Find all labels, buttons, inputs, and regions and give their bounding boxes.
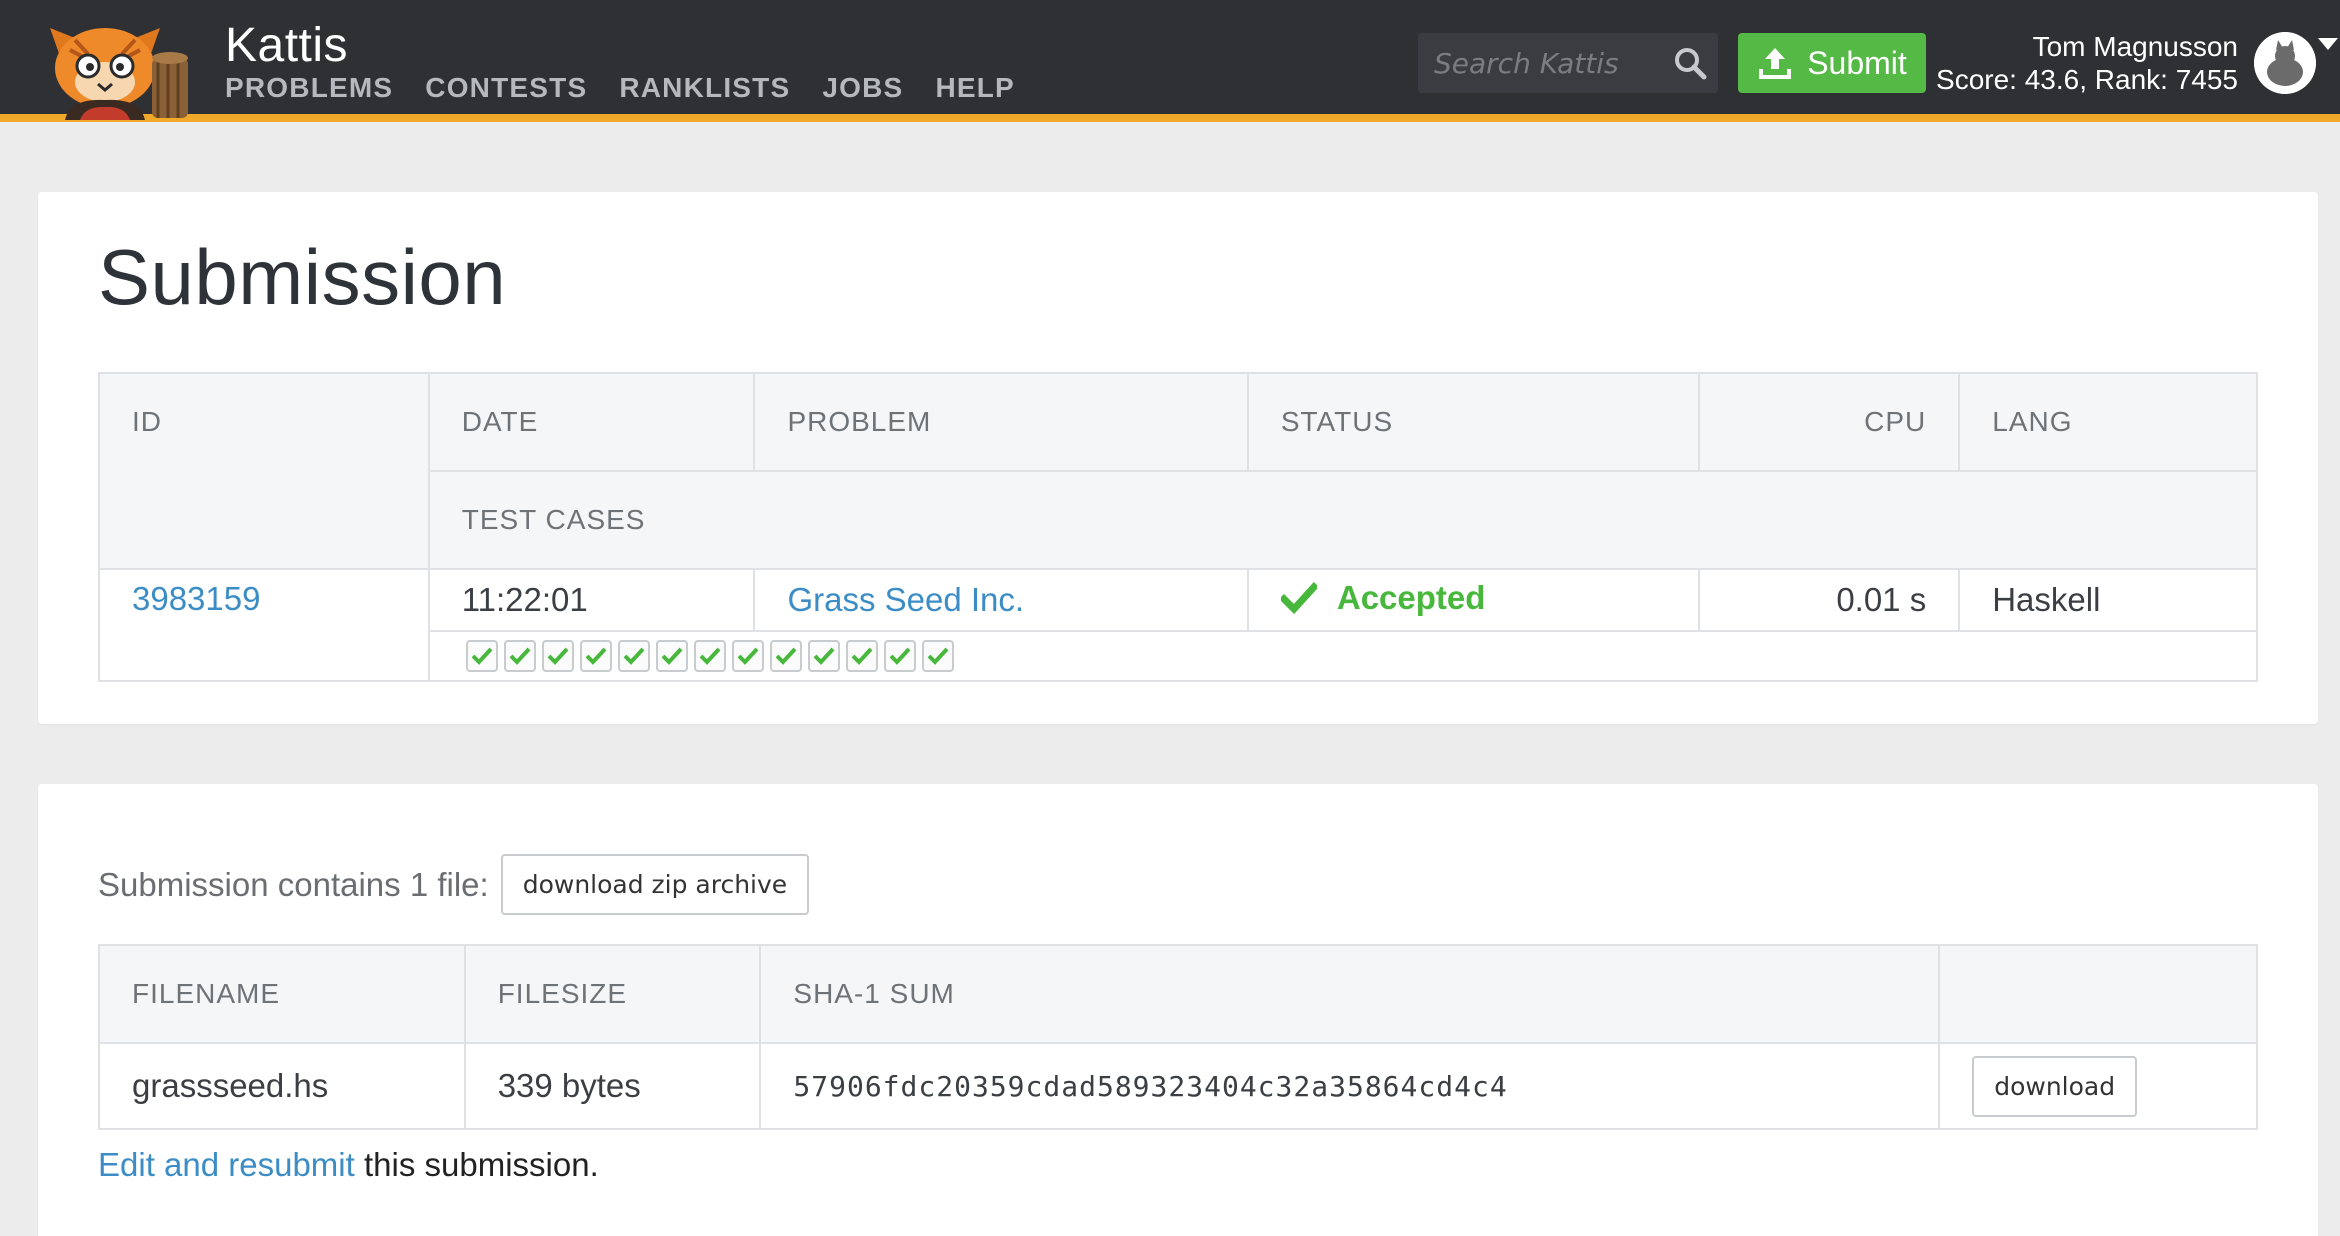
test-case-indicator[interactable] xyxy=(655,640,688,672)
file-size: 339 bytes xyxy=(463,1042,762,1130)
check-icon xyxy=(471,647,493,665)
test-case-indicator[interactable] xyxy=(617,640,650,672)
status-text: Accepted xyxy=(1336,578,1486,616)
check-icon xyxy=(775,647,797,665)
col-filename: FILENAME xyxy=(98,944,466,1044)
avatar[interactable] xyxy=(2254,32,2316,94)
check-icon xyxy=(851,647,873,665)
check-icon xyxy=(889,647,911,665)
check-icon xyxy=(699,647,721,665)
col-filesize: FILESIZE xyxy=(463,944,762,1044)
col-actions xyxy=(1938,944,2258,1044)
main-nav: PROBLEMS CONTESTS RANKLISTS JOBS HELP xyxy=(225,72,1015,104)
search-icon[interactable] xyxy=(1672,45,1708,81)
check-icon xyxy=(1280,581,1317,614)
check-icon xyxy=(927,647,949,665)
file-name: grassseed.hs xyxy=(98,1042,466,1130)
test-case-indicator[interactable] xyxy=(731,640,764,672)
top-navbar: Kattis PROBLEMS CONTESTS RANKLISTS JOBS … xyxy=(0,0,2340,122)
nav-ranklists[interactable]: RANKLISTS xyxy=(619,72,790,104)
resubmit-rest-text: this submission. xyxy=(354,1146,599,1183)
file-sha1: 57906fdc20359cdad589323404c32a35864cd4c4 xyxy=(759,1042,1941,1130)
search-box xyxy=(1418,33,1718,93)
files-panel: Submission contains 1 file: download zip… xyxy=(38,784,2318,1236)
submit-button[interactable]: Submit xyxy=(1738,33,1926,93)
user-score: Score: 43.6, Rank: 7455 xyxy=(1936,64,2238,95)
user-menu-caret-icon[interactable] xyxy=(2318,38,2338,50)
table-header-row: ID DATE PROBLEM STATUS CPU LANG xyxy=(98,372,2258,570)
nav-contests[interactable]: CONTESTS xyxy=(425,72,587,104)
status-badge: Accepted xyxy=(1280,578,1486,617)
table-row: grassseed.hs 339 bytes 57906fdc20359cdad… xyxy=(98,1042,2258,1130)
test-case-indicator[interactable] xyxy=(541,640,574,672)
test-case-indicator[interactable] xyxy=(807,640,840,672)
test-cases-cell xyxy=(427,630,2259,682)
nav-jobs[interactable]: JOBS xyxy=(822,72,903,104)
submission-date: 11:22:01 xyxy=(427,568,756,632)
download-zip-button[interactable]: download zip archive xyxy=(500,854,810,915)
submission-table: ID DATE PROBLEM STATUS CPU LANG TEST CAS… xyxy=(98,372,2259,682)
problem-link[interactable]: Grass Seed Inc. xyxy=(787,581,1024,618)
submission-status-cell: Accepted xyxy=(1246,568,1701,632)
test-case-indicator[interactable] xyxy=(883,640,916,672)
files-header-row: FILENAME FILESIZE SHA-1 SUM xyxy=(98,944,2258,1044)
test-case-indicator[interactable] xyxy=(579,640,612,672)
submission-id-link[interactable]: 3983159 xyxy=(132,580,260,617)
col-problem: PROBLEM xyxy=(753,372,1249,472)
test-case-indicator[interactable] xyxy=(921,640,954,672)
nav-help[interactable]: HELP xyxy=(935,72,1014,104)
files-intro-text: Submission contains 1 file: xyxy=(98,865,489,903)
col-test-cases: TEST CASES xyxy=(427,470,2259,570)
files-intro-line: Submission contains 1 file: download zip… xyxy=(98,854,810,915)
download-file-button[interactable]: download xyxy=(1972,1055,2138,1117)
upload-icon xyxy=(1759,48,1792,79)
search-input[interactable] xyxy=(1418,33,1658,93)
page-title: Submission xyxy=(98,233,507,321)
test-case-list xyxy=(465,640,2220,672)
submission-lang: Haskell xyxy=(1958,568,2258,632)
kattis-logo[interactable] xyxy=(40,10,205,120)
test-case-indicator[interactable] xyxy=(769,640,802,672)
file-actions-cell: download xyxy=(1938,1042,2258,1130)
files-table: FILENAME FILESIZE SHA-1 SUM grassseed.hs… xyxy=(98,944,2258,1130)
submission-cpu: 0.01 s xyxy=(1698,568,1961,632)
test-case-indicator[interactable] xyxy=(693,640,726,672)
submission-id-cell: 3983159 xyxy=(98,568,430,682)
submission-panel: Submission ID DATE PROBLEM STATUS CPU LA… xyxy=(38,192,2318,724)
check-icon xyxy=(813,647,835,665)
table-row: 3983159 11:22:01 Grass Seed Inc. Accepte… xyxy=(98,568,2258,682)
submit-label: Submit xyxy=(1807,44,1907,81)
col-sha1: SHA-1 SUM xyxy=(759,944,1941,1044)
submission-problem-cell: Grass Seed Inc. xyxy=(753,568,1249,632)
col-status: STATUS xyxy=(1246,372,1701,472)
nav-problems[interactable]: PROBLEMS xyxy=(225,72,393,104)
check-icon xyxy=(623,647,645,665)
col-date: DATE xyxy=(427,372,756,472)
check-icon xyxy=(585,647,607,665)
test-case-indicator[interactable] xyxy=(465,640,498,672)
col-lang: LANG xyxy=(1958,372,2258,472)
user-info[interactable]: Tom Magnusson Score: 43.6, Rank: 7455 xyxy=(1936,30,2238,96)
check-icon xyxy=(509,647,531,665)
resubmit-line: Edit and resubmit this submission. xyxy=(98,1146,599,1184)
edit-resubmit-link[interactable]: Edit and resubmit xyxy=(98,1146,355,1183)
col-id: ID xyxy=(98,372,430,570)
test-case-indicator[interactable] xyxy=(503,640,536,672)
test-case-indicator[interactable] xyxy=(845,640,878,672)
check-icon xyxy=(547,647,569,665)
check-icon xyxy=(737,647,759,665)
user-name: Tom Magnusson xyxy=(2032,31,2238,62)
col-cpu: CPU xyxy=(1698,372,1961,472)
brand-title[interactable]: Kattis xyxy=(225,18,348,73)
check-icon xyxy=(661,647,683,665)
